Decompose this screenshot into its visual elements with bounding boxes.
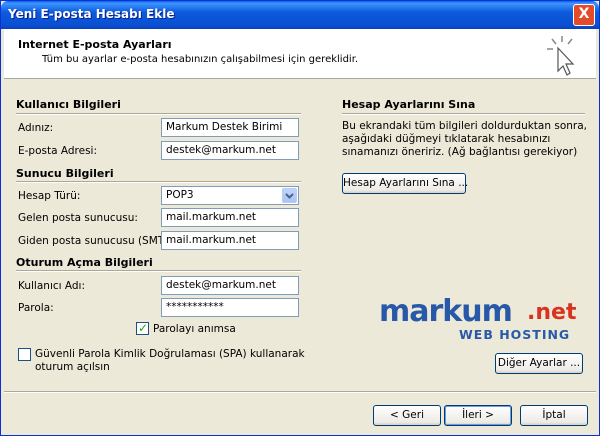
logo-markum-text: markum [379, 294, 513, 329]
wizard-header: Internet E-posta Ayarları Tüm bu ayarlar… [4, 29, 596, 79]
spa-label: Güvenli Parola Kimlik Doğrulaması (SPA) … [35, 348, 305, 373]
cursor-click-icon [547, 36, 575, 76]
logo-tagline: WEB HOSTING [459, 327, 571, 342]
back-button[interactable]: < Geri [373, 405, 441, 426]
user-info-title: Kullanıcı Bilgileri [16, 98, 121, 111]
account-type-select[interactable]: POP3 [161, 186, 299, 205]
header-title: Internet E-posta Ayarları [18, 38, 172, 51]
spa-checkbox[interactable] [18, 348, 31, 361]
name-label: Adınız: [18, 122, 54, 134]
settings-content: Kullanıcı Bilgileri Adınız: Markum Deste… [4, 80, 596, 390]
divider [16, 113, 301, 115]
account-type-value: POP3 [166, 189, 194, 201]
more-settings-button[interactable]: Diğer Ayarlar ... [495, 353, 583, 374]
username-label: Kullanıcı Adı: [18, 280, 86, 292]
password-label: Parola: [18, 302, 54, 314]
markum-logo: markum .net WEB HOSTING [379, 294, 589, 344]
outgoing-server-input[interactable]: mail.markum.net [161, 231, 299, 250]
next-button[interactable]: İleri > [444, 405, 512, 426]
cancel-button[interactable]: İptal [520, 405, 588, 426]
account-type-label: Hesap Türü: [18, 190, 81, 202]
incoming-server-input[interactable]: mail.markum.net [161, 208, 299, 227]
checkmark-icon: ✓ [138, 321, 149, 335]
divider [16, 270, 301, 272]
name-input[interactable]: Markum Destek Birimi [161, 118, 299, 137]
server-info-title: Sunucu Bilgileri [16, 167, 114, 180]
incoming-server-label: Gelen posta sunucusu: [18, 212, 138, 224]
divider [16, 181, 301, 183]
remember-password-label: Parolayı anımsa [153, 323, 236, 335]
test-settings-title: Hesap Ayarlarını Sına [342, 98, 476, 111]
title-bar[interactable]: Yeni E-posta Hesabı Ekle X [1, 1, 599, 29]
email-label: E-posta Adresi: [18, 145, 98, 157]
logo-net-text: .net [527, 300, 577, 325]
test-settings-button[interactable]: Hesap Ayarlarını Sına ... [342, 173, 468, 194]
password-input[interactable]: *********** [161, 298, 299, 317]
divider [342, 113, 585, 115]
test-description: Bu ekrandaki tüm bilgileri doldurduktan … [342, 120, 587, 158]
close-button[interactable]: X [573, 4, 595, 26]
window-title: Yeni E-posta Hesabı Ekle [8, 7, 175, 21]
email-input[interactable]: destek@markum.net [161, 141, 299, 160]
remember-password-checkbox[interactable]: ✓ [136, 321, 149, 335]
outgoing-server-label: Giden posta sunucusu (SMTP): [18, 235, 179, 247]
chevron-down-icon[interactable] [282, 188, 297, 203]
header-subtitle: Tüm bu ayarlar e-posta hesabınızın çalış… [42, 54, 359, 65]
dialog-window: Yeni E-posta Hesabı Ekle X Internet E-po… [0, 0, 600, 436]
login-info-title: Oturum Açma Bilgileri [16, 256, 153, 269]
username-input[interactable]: destek@markum.net [161, 276, 299, 295]
footer-divider [4, 391, 596, 393]
